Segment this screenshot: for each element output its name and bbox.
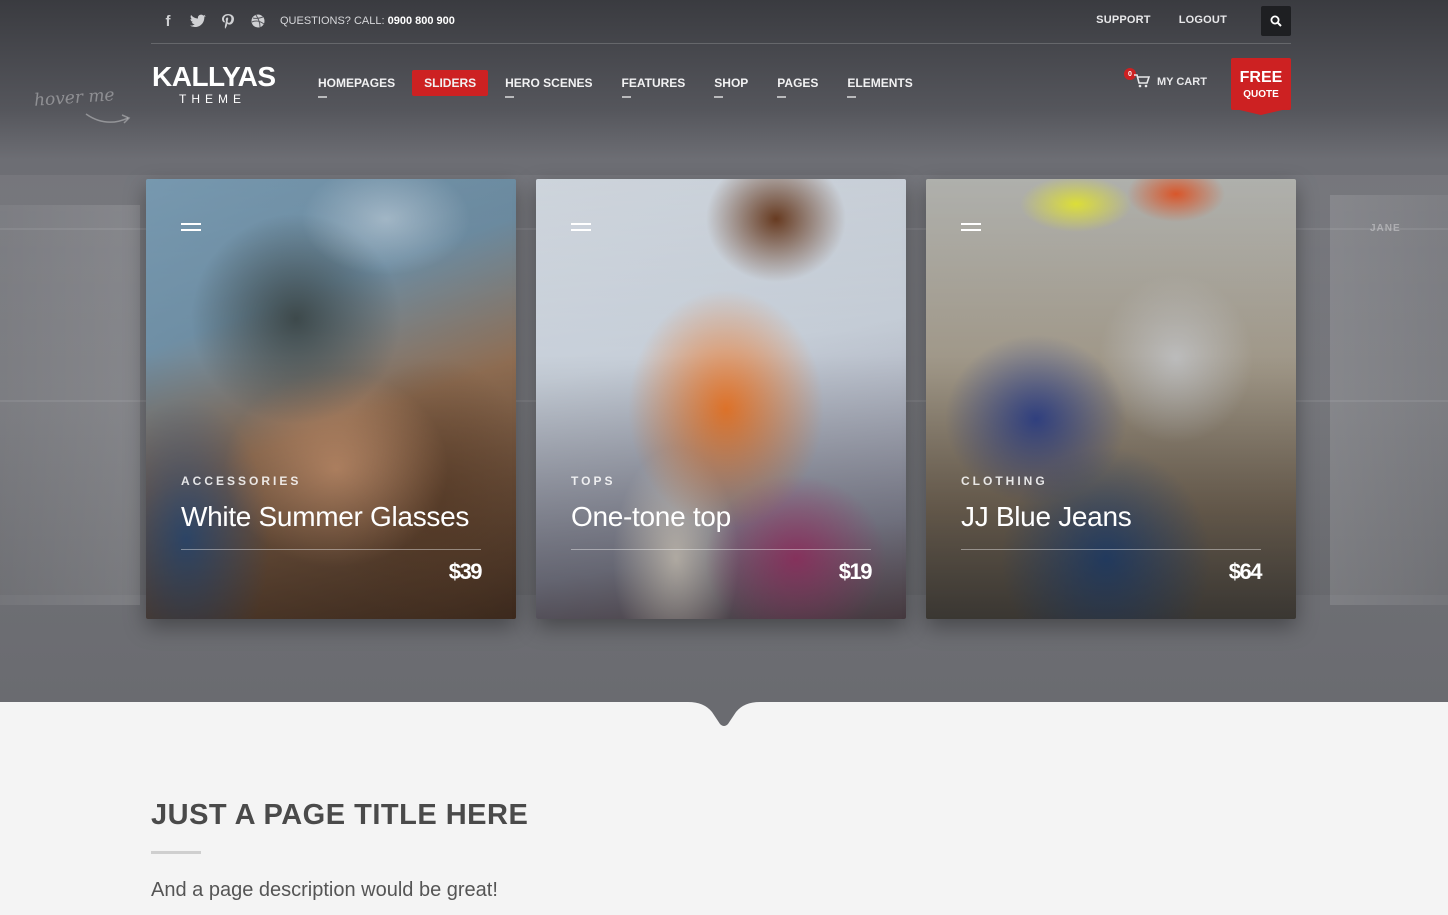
cart-icon <box>1134 74 1150 88</box>
quote-ribbon-tip <box>1231 108 1291 115</box>
card-category: ACCESSORIES <box>181 474 302 488</box>
logo-tagline: THEME <box>179 92 246 106</box>
background-ghost-panel <box>0 205 140 605</box>
contact-info: QUESTIONS? CALL: 0900 800 900 <box>280 15 455 27</box>
product-card[interactable]: CLOTHING JJ Blue Jeans $64 <box>926 179 1296 619</box>
facebook-icon[interactable]: f <box>160 12 176 30</box>
card-menu-icon[interactable] <box>571 223 591 235</box>
nav-label: HERO SCENES <box>505 76 593 90</box>
section-separator-notch <box>652 702 796 726</box>
nav-label: SHOP <box>714 76 749 90</box>
nav-elements[interactable]: ELEMENTS <box>835 70 924 98</box>
card-category: CLOTHING <box>961 474 1048 488</box>
card-divider <box>181 549 481 550</box>
nav-label: ELEMENTS <box>847 76 913 90</box>
pinterest-icon[interactable] <box>220 12 236 30</box>
title-underline <box>151 851 201 854</box>
nav-sliders[interactable]: SLIDERS <box>412 70 489 96</box>
nav-underline <box>318 96 327 98</box>
support-link[interactable]: SUPPORT <box>1096 14 1151 26</box>
nav-underline <box>777 96 787 98</box>
nav-label: SLIDERS <box>424 76 477 90</box>
nav-underline <box>621 96 631 98</box>
nav-underline <box>714 96 724 98</box>
card-price: $39 <box>448 559 483 584</box>
site-logo[interactable]: KALLYAS THEME <box>152 61 276 107</box>
nav-label: HOMEPAGES <box>318 76 396 90</box>
nav-shop[interactable]: SHOP <box>702 70 760 98</box>
card-menu-icon[interactable] <box>961 223 981 235</box>
product-card[interactable]: ACCESSORIES White Summer Glasses $39 <box>146 179 516 619</box>
phone-number[interactable]: 0900 800 900 <box>388 15 455 27</box>
nav-underline <box>847 96 857 98</box>
cart-label: MY CART <box>1157 76 1207 88</box>
page-description: And a page description would be great! <box>151 879 498 901</box>
free-quote-button[interactable]: FREE QUOTE <box>1231 58 1291 110</box>
top-bar: f QUESTIONS? CALL: 0900 800 900 SUPPORT … <box>151 0 1291 44</box>
top-links: SUPPORT LOGOUT <box>1096 14 1227 26</box>
social-links: f <box>160 12 266 30</box>
main-navigation: HOMEPAGES SLIDERS HERO SCENES FEATURES S… <box>306 70 930 98</box>
questions-label: QUESTIONS? CALL: <box>280 15 385 27</box>
card-image-overlay <box>926 179 1296 619</box>
search-button[interactable] <box>1261 6 1291 36</box>
nav-label: FEATURES <box>621 76 686 90</box>
logo-name: KALLYAS <box>152 61 276 92</box>
card-title[interactable]: White Summer Glasses <box>181 501 469 533</box>
search-icon <box>1270 15 1282 27</box>
background-label: JANE <box>1370 223 1401 234</box>
nav-underline <box>505 96 515 98</box>
card-menu-icon[interactable] <box>181 223 201 235</box>
card-divider <box>571 549 871 550</box>
card-price: $19 <box>838 559 873 584</box>
quote-line1: FREE <box>1239 69 1283 86</box>
card-divider <box>961 549 1261 550</box>
card-image-overlay <box>536 179 906 619</box>
nav-pages[interactable]: PAGES <box>765 70 830 98</box>
page-title: JUST A PAGE TITLE HERE <box>151 799 529 831</box>
card-title[interactable]: JJ Blue Jeans <box>961 501 1132 533</box>
nav-features[interactable]: FEATURES <box>610 70 698 98</box>
product-card[interactable]: TOPS One-tone top $19 <box>536 179 906 619</box>
quote-line2: QUOTE <box>1243 89 1279 100</box>
background-ghost-panel: JANE <box>1330 195 1448 605</box>
nav-hero-scenes[interactable]: HERO SCENES <box>493 70 604 98</box>
card-price: $64 <box>1228 559 1263 584</box>
card-title[interactable]: One-tone top <box>571 501 731 533</box>
nav-label: PAGES <box>777 76 819 90</box>
card-category: TOPS <box>571 474 616 488</box>
dribbble-icon[interactable] <box>250 12 266 30</box>
logout-link[interactable]: LOGOUT <box>1179 14 1227 26</box>
nav-homepages[interactable]: HOMEPAGES <box>306 70 407 98</box>
curved-arrow-icon <box>85 113 131 124</box>
card-image-overlay <box>146 179 516 619</box>
twitter-icon[interactable] <box>190 12 206 30</box>
